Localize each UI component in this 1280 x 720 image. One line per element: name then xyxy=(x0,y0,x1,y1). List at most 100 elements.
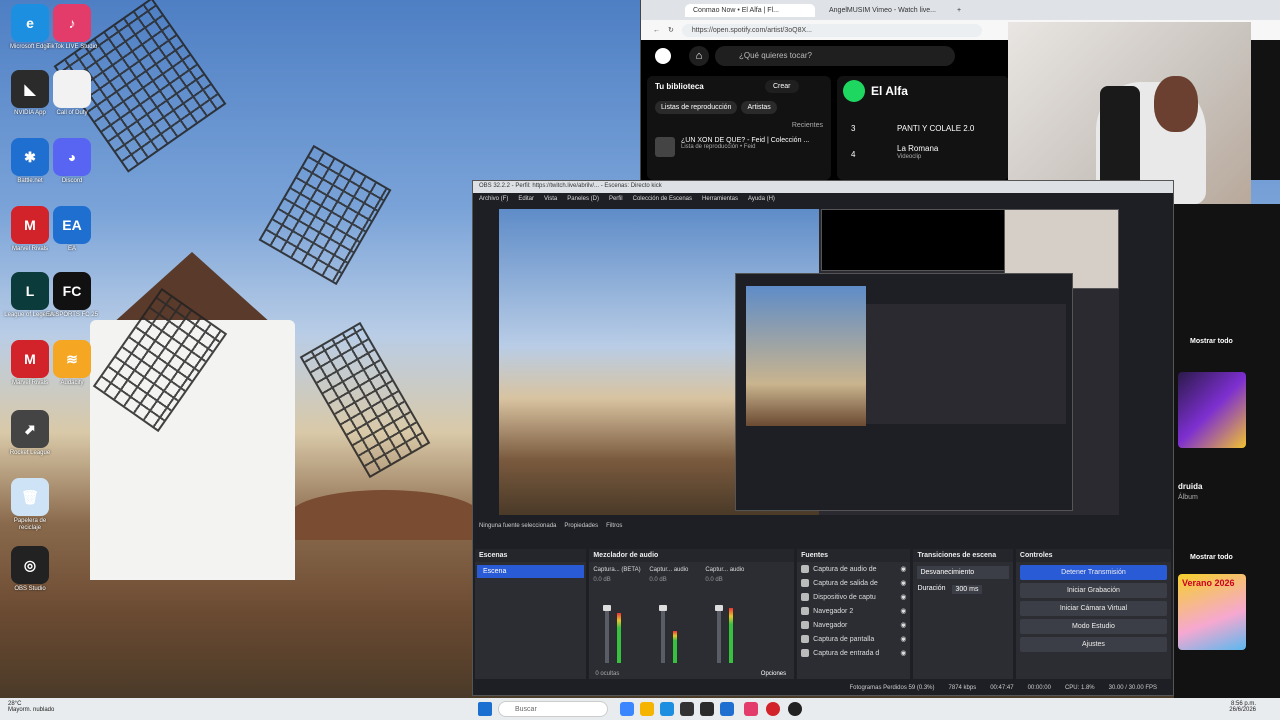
source-item[interactable]: Captura de pantalla ◉ xyxy=(797,632,910,646)
record-icon[interactable] xyxy=(766,702,780,716)
home-icon[interactable]: ⌂ xyxy=(689,46,709,66)
chip-artists[interactable]: Artistas xyxy=(741,101,777,114)
new-tab-icon[interactable]: + xyxy=(957,7,961,14)
desktop-icon[interactable]: FC EA SPORTS FC 25 xyxy=(44,272,100,319)
clock-date: 26/6/2026 xyxy=(1229,707,1256,713)
desktop-icon[interactable]: 🗑 Papelera de reciclaje xyxy=(2,478,58,532)
volume-fader[interactable] xyxy=(717,607,722,663)
properties-button[interactable]: Propiedades xyxy=(564,523,598,529)
audio-meter xyxy=(617,613,622,663)
preview-nested-obs xyxy=(735,273,1073,511)
menu-item[interactable]: Editar xyxy=(518,196,534,204)
desktop-icon[interactable]: ♪ TikTok LIVE Studio xyxy=(44,4,100,51)
menu-item[interactable]: Perfil xyxy=(609,196,623,204)
stop-stream-button[interactable]: Detener Transmisión xyxy=(1019,565,1167,580)
visibility-icon[interactable]: ◉ xyxy=(900,565,906,573)
studio-mode-button[interactable]: Modo Estudio xyxy=(1019,619,1167,634)
source-item[interactable]: Dispositivo de captu ◉ xyxy=(797,590,910,604)
album-cover[interactable] xyxy=(1178,372,1246,448)
source-item[interactable]: Captura de salida de ◉ xyxy=(797,576,910,590)
volume-fader[interactable] xyxy=(661,607,666,663)
album-title[interactable]: druida xyxy=(1178,482,1202,491)
start-recording-button[interactable]: Iniciar Grabación xyxy=(1019,583,1167,598)
menu-item[interactable]: Ayuda (H) xyxy=(748,196,775,204)
reload-icon[interactable]: ↻ xyxy=(668,26,674,34)
chip-playlists[interactable]: Listas de reproducción xyxy=(655,101,738,114)
browser-tab[interactable]: Conmao Now • El Alfa | Fl... xyxy=(685,3,815,17)
scene-item[interactable]: Escena xyxy=(477,565,585,578)
menu-item[interactable]: Vista xyxy=(544,196,557,204)
show-all-link[interactable]: Mostrar todo xyxy=(1190,338,1233,345)
desktop-icon[interactable]: Call of Duty xyxy=(44,70,100,117)
weather-widget[interactable]: 28°C Mayorm. nublado xyxy=(8,701,54,713)
app-icon: ◕ xyxy=(53,138,91,176)
source-item[interactable]: Captura de entrada d ◉ xyxy=(797,646,910,660)
visibility-icon[interactable]: ◉ xyxy=(900,635,906,643)
fader-knob[interactable] xyxy=(603,605,612,611)
app-icon: ♪ xyxy=(53,4,91,42)
visibility-icon[interactable]: ◉ xyxy=(900,579,906,587)
visibility-icon[interactable]: ◉ xyxy=(900,607,906,615)
settings-button[interactable]: Ajustes xyxy=(1019,637,1167,652)
menu-item[interactable]: Herramientas xyxy=(702,196,738,204)
source-item[interactable]: Navegador 2 ◉ xyxy=(797,604,910,618)
visibility-icon[interactable]: ◉ xyxy=(900,593,906,601)
source-item[interactable]: Captura de audio de ◉ xyxy=(797,562,910,576)
menu-item[interactable]: Paneles (D) xyxy=(567,196,599,204)
wallpaper-hill xyxy=(290,490,480,540)
mixer-options[interactable]: Opciones xyxy=(761,671,786,677)
clock[interactable]: 8:56 p.m. 26/6/2026 xyxy=(1229,701,1256,713)
back-icon[interactable]: ← xyxy=(653,27,660,34)
start-virtual-cam-button[interactable]: Iniciar Cámara Virtual xyxy=(1019,601,1167,616)
tiktok-icon[interactable] xyxy=(744,702,758,716)
fader-knob[interactable] xyxy=(659,605,668,611)
taskbar-search[interactable]: Buscar xyxy=(498,701,608,717)
taskbar-app-icon[interactable] xyxy=(700,702,714,716)
desktop-icon[interactable]: ≋ Audacity xyxy=(44,340,100,387)
nested-preview-recursive xyxy=(866,304,1066,424)
visibility-icon[interactable]: ◉ xyxy=(900,621,906,629)
webcam-person-head xyxy=(1154,76,1198,132)
track-title[interactable]: PANTI Y COLALE 2.0 xyxy=(897,124,974,133)
duration-input[interactable]: 300 ms xyxy=(951,585,983,594)
desktop-icon-label: Call of Duty xyxy=(56,110,88,116)
obs-window: OBS 32.2.2 - Perfil: https://twitch.live… xyxy=(472,180,1174,696)
desktop-icon[interactable]: EA EA xyxy=(44,206,100,253)
obs-preview[interactable] xyxy=(499,209,1119,515)
desktop-icon[interactable]: ◎ OBS Studio xyxy=(2,546,58,593)
audio-meter xyxy=(673,631,678,663)
source-label: Dispositivo de captu xyxy=(813,593,876,601)
mixer-channel-name: Captura... (BETA) xyxy=(593,567,641,573)
obs-icon[interactable] xyxy=(788,702,802,716)
transition-select[interactable]: Desvanecimiento xyxy=(917,566,1009,579)
app-icon: ≋ xyxy=(53,340,91,378)
desktop-icon[interactable]: ⬈ Rocket League xyxy=(2,410,58,457)
taskbar-app-icon[interactable] xyxy=(620,702,634,716)
recent-sort[interactable]: Recientes xyxy=(655,122,823,129)
play-icon[interactable] xyxy=(843,80,865,102)
filters-button[interactable]: Filtros xyxy=(606,523,622,529)
taskbar-app-icon[interactable] xyxy=(720,702,734,716)
taskbar-app-icon[interactable] xyxy=(680,702,694,716)
url-input[interactable]: https://open.spotify.com/artist/3oQ8X... xyxy=(681,23,982,37)
volume-fader[interactable] xyxy=(605,607,610,663)
fps: 30.00 / 30.00 FPS xyxy=(1108,685,1157,691)
start-icon[interactable] xyxy=(478,702,492,716)
desktop-icon[interactable]: ◕ Discord xyxy=(44,138,100,185)
visibility-icon[interactable]: ◉ xyxy=(900,649,906,657)
track-title[interactable]: La Romana xyxy=(897,144,938,153)
edge-icon[interactable] xyxy=(660,702,674,716)
album-cover[interactable]: Verano 2026 xyxy=(1178,574,1246,650)
source-item[interactable]: Navegador ◉ xyxy=(797,618,910,632)
menu-item[interactable]: Archivo (F) xyxy=(479,196,508,204)
show-all-link[interactable]: Mostrar todo xyxy=(1190,554,1233,561)
fader-knob[interactable] xyxy=(715,605,724,611)
folder-icon[interactable] xyxy=(640,702,654,716)
browser-tab[interactable]: AngelMUSIM Vimeo - Watch live... xyxy=(821,4,951,17)
create-button[interactable]: Crear xyxy=(765,80,799,93)
menu-item[interactable]: Colección de Escenas xyxy=(633,196,692,204)
obs-statusbar: Fotogramas Perdidos 59 (0.3%) 7874 kbps … xyxy=(473,681,1173,695)
library-item[interactable]: ¿UN XON DE QUE? - Feid | Colección ... L… xyxy=(655,137,823,157)
source-toolbar: Ninguna fuente seleccionada Propiedades … xyxy=(473,519,1173,533)
spotify-search-input[interactable]: ¿Qué quieres tocar? xyxy=(715,46,955,66)
